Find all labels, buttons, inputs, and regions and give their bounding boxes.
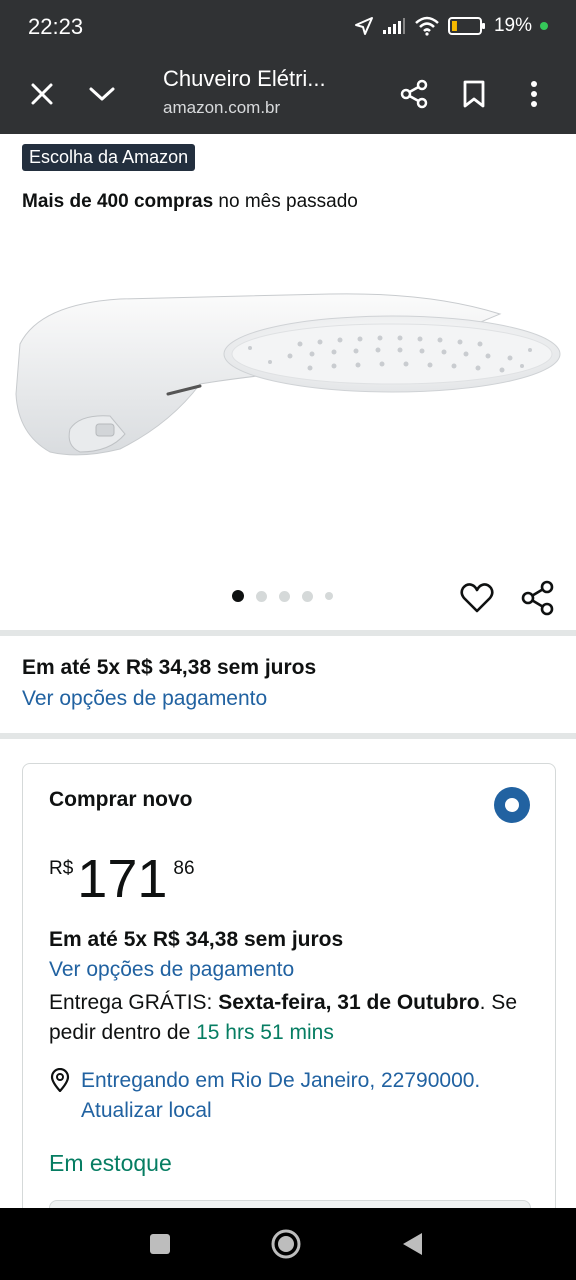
location-arrow-icon: [354, 17, 373, 35]
buy-new-radio[interactable]: [494, 787, 530, 823]
close-button[interactable]: [22, 74, 62, 114]
back-button[interactable]: [396, 1228, 428, 1260]
price-currency: R$: [49, 858, 74, 879]
close-icon: [31, 83, 53, 105]
carousel-dot[interactable]: [256, 590, 267, 602]
payment-options-link[interactable]: Ver opções de pagamento: [22, 687, 267, 711]
system-nav-bar: [0, 1208, 576, 1280]
price-whole: 171: [77, 849, 168, 909]
home-icon: [271, 1229, 301, 1259]
purchase-count-bold: Mais de 400 compras: [22, 191, 214, 212]
wifi-icon: [415, 16, 439, 36]
status-bar: 22:23 19%: [0, 0, 576, 54]
delivery-countdown: 15 hrs 51 mins: [196, 1021, 334, 1044]
share-button[interactable]: [394, 74, 434, 114]
card-installments-text: Em até 5x R$ 34,38 sem juros: [49, 928, 344, 951]
heart-icon: [460, 583, 494, 613]
chevron-down-icon: [89, 87, 115, 101]
carousel-dot[interactable]: [232, 590, 244, 602]
image-carousel-indicator: [232, 590, 333, 602]
bookmark-icon: [463, 80, 485, 108]
location-pin-icon: [50, 1068, 70, 1092]
page-domain: amazon.com.br: [163, 98, 281, 117]
delivery-date: Sexta-feira, 31 de Outubro: [218, 991, 480, 1014]
bookmark-button[interactable]: [454, 74, 494, 114]
status-icons: 19%: [354, 15, 548, 37]
minimize-button[interactable]: [82, 74, 122, 114]
section-divider: [0, 630, 576, 636]
buy-new-card: Comprar novo R$ 171 86 Em até 5x R$ 34,3…: [22, 763, 556, 1208]
quantity-selector[interactable]: [49, 1200, 531, 1208]
page-content: Escolha da Amazon Mais de 400 compras no…: [0, 134, 576, 1208]
battery-icon: [447, 17, 485, 35]
more-options-button[interactable]: [514, 74, 554, 114]
recents-button[interactable]: [144, 1228, 176, 1260]
wishlist-button[interactable]: [459, 580, 495, 616]
price: R$ 171 86: [49, 852, 195, 906]
more-vert-icon: [531, 81, 537, 107]
charging-dot: [540, 22, 548, 30]
status-time: 22:23: [28, 14, 84, 39]
product-image[interactable]: [0, 274, 576, 494]
share-product-button[interactable]: [520, 580, 556, 616]
home-button[interactable]: [270, 1228, 302, 1260]
page-title: Chuveiro Elétri...: [163, 66, 326, 91]
price-fraction: 86: [173, 858, 195, 879]
amazon-choice-badge: Escolha da Amazon: [22, 144, 196, 171]
installments-text: Em até 5x R$ 34,38 sem juros: [22, 656, 317, 679]
share-icon: [521, 580, 554, 616]
location-link[interactable]: Entregando em Rio De Janeiro, 22790000. …: [81, 1066, 521, 1126]
share-icon: [400, 79, 428, 109]
section-divider: [0, 733, 576, 739]
back-icon: [403, 1233, 422, 1255]
buy-new-title: Comprar novo: [49, 788, 193, 811]
purchase-count-suffix: no mês passado: [213, 191, 358, 212]
radio-selected-dot: [505, 798, 519, 812]
carousel-dot[interactable]: [302, 590, 313, 602]
signal-icon: [382, 18, 405, 34]
delivery-prefix: Entrega GRÁTIS:: [49, 991, 219, 1014]
delivery-info: Entrega GRÁTIS: Sexta-feira, 31 de Outub…: [49, 988, 539, 1048]
purchase-count: Mais de 400 compras no mês passado: [22, 191, 358, 213]
battery-percent: 19%: [493, 15, 532, 36]
recents-icon: [150, 1234, 170, 1254]
stock-status: Em estoque: [49, 1150, 172, 1176]
carousel-dot[interactable]: [279, 590, 290, 602]
card-payment-options-link[interactable]: Ver opções de pagamento: [49, 958, 294, 982]
carousel-dot[interactable]: [325, 592, 333, 600]
browser-toolbar: Chuveiro Elétri... amazon.com.br: [0, 54, 576, 134]
